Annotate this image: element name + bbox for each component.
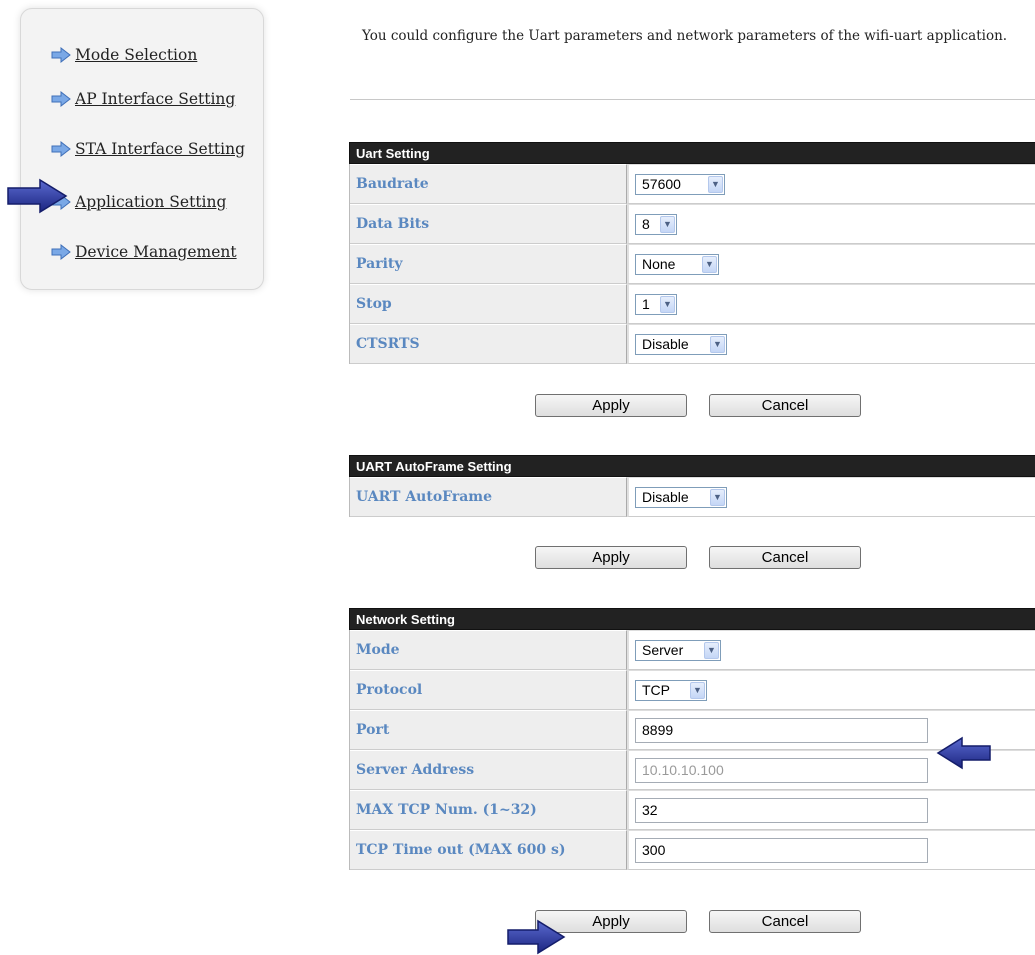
table-row: Stop 1 ▼ xyxy=(349,284,1035,324)
row-value: 1 ▼ xyxy=(627,284,1035,324)
uart-button-row: Apply Cancel xyxy=(535,394,861,417)
row-value: 32 xyxy=(627,790,1035,830)
chevron-down-icon: ▼ xyxy=(660,215,675,233)
big-arrow-icon xyxy=(7,178,68,214)
select-value: TCP xyxy=(642,682,670,698)
autoframe-setting-table: UART AutoFrame Setting UART AutoFrame Di… xyxy=(349,455,1035,517)
sidebar-item-label: Application Setting xyxy=(75,193,227,211)
row-label: Parity xyxy=(350,244,627,284)
uart-apply-button[interactable]: Apply xyxy=(535,394,687,417)
arrow-right-icon xyxy=(51,244,71,260)
parity-select[interactable]: None ▼ xyxy=(635,253,719,275)
row-label: Port xyxy=(350,710,627,750)
row-value: TCP ▼ xyxy=(627,670,1035,710)
table-row: Parity None ▼ xyxy=(349,244,1035,284)
row-value: Server ▼ xyxy=(627,630,1035,670)
baudrate-select[interactable]: 57600 ▼ xyxy=(635,173,725,195)
divider xyxy=(350,99,1035,100)
section-header: Network Setting xyxy=(349,608,1035,630)
row-value: 300 xyxy=(627,830,1035,870)
table-row: Data Bits 8 ▼ xyxy=(349,204,1035,244)
sidebar-item-application-setting[interactable]: Application Setting xyxy=(51,190,226,214)
sidebar-item-mode-selection[interactable]: Mode Selection xyxy=(51,43,197,67)
row-value: Disable ▼ xyxy=(627,477,1035,517)
select-value: 8 xyxy=(642,216,650,232)
pointer-left-icon xyxy=(936,736,991,770)
chevron-down-icon: ▼ xyxy=(710,335,725,353)
select-value: Server xyxy=(642,642,684,658)
row-label: Protocol xyxy=(350,670,627,710)
table-row: MAX TCP Num. (1~32) 32 xyxy=(349,790,1035,830)
chevron-down-icon: ▼ xyxy=(702,255,717,273)
arrow-right-icon xyxy=(51,47,71,63)
row-value: 57600 ▼ xyxy=(627,164,1035,204)
uart-cancel-button[interactable]: Cancel xyxy=(709,394,861,417)
autoframe-apply-button[interactable]: Apply xyxy=(535,546,687,569)
row-label: Stop xyxy=(350,284,627,324)
sidebar-item-label: Device Management xyxy=(75,243,237,261)
table-row: Mode Server ▼ xyxy=(349,630,1035,670)
row-label: Server Address xyxy=(350,750,627,790)
tcp-timeout-input[interactable]: 300 xyxy=(635,837,928,863)
row-label: CTSRTS xyxy=(350,324,627,364)
port-input[interactable]: 8899 xyxy=(635,717,928,743)
row-label: MAX TCP Num. (1~32) xyxy=(350,790,627,830)
intro-text: You could configure the Uart parameters … xyxy=(362,28,1008,44)
section-header: Uart Setting xyxy=(349,142,1035,164)
sidebar-item-label: AP Interface Setting xyxy=(75,90,236,108)
chevron-down-icon: ▼ xyxy=(710,488,725,506)
ctsrts-select[interactable]: Disable ▼ xyxy=(635,333,727,355)
section-header: UART AutoFrame Setting xyxy=(349,455,1035,477)
table-row: UART AutoFrame Disable ▼ xyxy=(349,477,1035,517)
network-button-row: Apply Cancel xyxy=(535,910,861,933)
row-label: Data Bits xyxy=(350,204,627,244)
autoframe-button-row: Apply Cancel xyxy=(535,546,861,569)
table-row: Baudrate 57600 ▼ xyxy=(349,164,1035,204)
stop-select[interactable]: 1 ▼ xyxy=(635,293,677,315)
chevron-down-icon: ▼ xyxy=(660,295,675,313)
chevron-down-icon: ▼ xyxy=(704,641,719,659)
chevron-down-icon: ▼ xyxy=(690,681,705,699)
big-arrow-icon xyxy=(507,919,566,955)
autoframe-select[interactable]: Disable ▼ xyxy=(635,486,727,508)
autoframe-cancel-button[interactable]: Cancel xyxy=(709,546,861,569)
select-value: Disable xyxy=(642,336,689,352)
sidebar-item-label: Mode Selection xyxy=(75,46,198,64)
network-setting-table: Network Setting Mode Server ▼ Protocol T… xyxy=(349,608,1035,870)
sidebar-item-device-management[interactable]: Device Management xyxy=(51,240,237,264)
row-label: Mode xyxy=(350,630,627,670)
network-cancel-button[interactable]: Cancel xyxy=(709,910,861,933)
row-value: Disable ▼ xyxy=(627,324,1035,364)
table-row: TCP Time out (MAX 600 s) 300 xyxy=(349,830,1035,870)
row-label: UART AutoFrame xyxy=(350,477,627,517)
protocol-select[interactable]: TCP ▼ xyxy=(635,679,707,701)
max-tcp-input[interactable]: 32 xyxy=(635,797,928,823)
select-value: 1 xyxy=(642,296,650,312)
table-row: Port 8899 xyxy=(349,710,1035,750)
uart-setting-table: Uart Setting Baudrate 57600 ▼ Data Bits … xyxy=(349,142,1035,364)
sidebar-item-label: STA Interface Setting xyxy=(75,140,246,158)
arrow-right-icon xyxy=(51,91,71,107)
select-value: 57600 xyxy=(642,176,681,192)
row-value: None ▼ xyxy=(627,244,1035,284)
select-value: None xyxy=(642,256,676,272)
data-bits-select[interactable]: 8 ▼ xyxy=(635,213,677,235)
select-value: Disable xyxy=(642,489,689,505)
chevron-down-icon: ▼ xyxy=(708,175,723,193)
row-value: 8 ▼ xyxy=(627,204,1035,244)
row-label: TCP Time out (MAX 600 s) xyxy=(350,830,627,870)
server-address-input[interactable]: 10.10.10.100 xyxy=(635,757,928,783)
table-row: Protocol TCP ▼ xyxy=(349,670,1035,710)
sidebar-item-ap-interface[interactable]: AP Interface Setting xyxy=(51,87,235,111)
table-row: Server Address 10.10.10.100 xyxy=(349,750,1035,790)
arrow-right-icon xyxy=(51,141,71,157)
mode-select[interactable]: Server ▼ xyxy=(635,639,721,661)
sidebar-menu: Mode Selection AP Interface Setting STA … xyxy=(20,8,264,290)
sidebar-item-sta-interface[interactable]: STA Interface Setting xyxy=(51,137,245,161)
table-row: CTSRTS Disable ▼ xyxy=(349,324,1035,364)
row-label: Baudrate xyxy=(350,164,627,204)
